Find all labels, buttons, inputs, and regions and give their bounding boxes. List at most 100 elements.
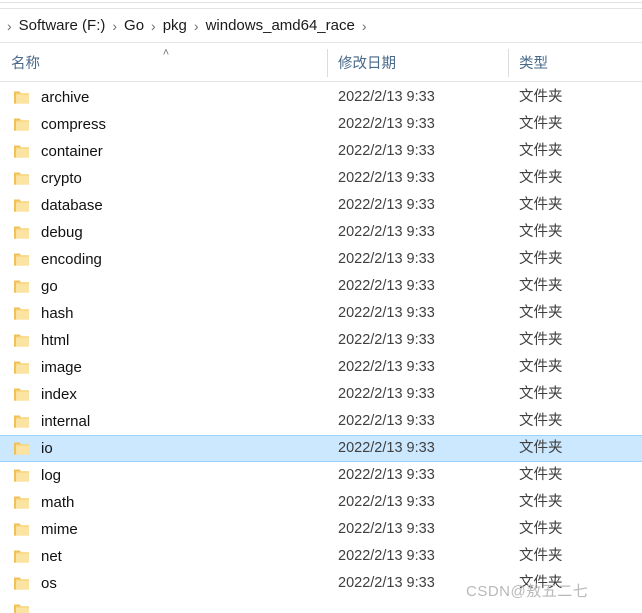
file-modified-label: 2022/2/13 9:33 [338,494,435,511]
cell-name: mime [0,516,327,543]
cell-type: 文件夹 [508,354,642,381]
column-header-modified[interactable]: 修改日期 [327,43,508,81]
table-row[interactable]: encoding 2022/2/13 9:33 文件夹 [0,246,642,273]
cell-name: log [0,462,327,489]
file-explorer-window: › Software (F:) › Go › pkg › windows_amd… [0,0,642,613]
cell-name: archive [0,84,327,111]
file-name-label: hash [41,305,74,322]
file-type-label: 文件夹 [519,143,563,160]
table-row[interactable]: database 2022/2/13 9:33 文件夹 [0,192,642,219]
cell-name: internal [0,408,327,435]
folder-icon [14,253,29,266]
breadcrumb[interactable]: › Software (F:) › Go › pkg › windows_amd… [0,9,642,42]
file-name-label: net [41,548,62,565]
table-row[interactable]: crypto 2022/2/13 9:33 文件夹 [0,165,642,192]
cell-name: index [0,381,327,408]
table-row[interactable]: math 2022/2/13 9:33 文件夹 [0,489,642,516]
file-modified-label: 2022/2/13 9:33 [338,332,435,349]
file-type-label: 文件夹 [519,170,563,187]
breadcrumb-item-go[interactable]: Go [122,15,146,36]
table-row[interactable]: net 2022/2/13 9:33 文件夹 [0,543,642,570]
chevron-right-icon[interactable]: › [357,19,372,33]
file-name-label: internal [41,413,91,430]
cell-modified: 2022/2/13 9:33 [327,111,508,138]
cell-type: 文件夹 [508,192,642,219]
file-modified-label: 2022/2/13 9:33 [338,521,435,538]
table-row[interactable]: hash 2022/2/13 9:33 文件夹 [0,300,642,327]
cell-modified: 2022/2/13 9:33 [327,543,508,570]
file-type-label: 文件夹 [519,332,563,349]
cell-type: 文件夹 [508,570,642,597]
cell-name: crypto [0,165,327,192]
cell-type: 文件夹 [508,300,642,327]
table-row[interactable]: archive 2022/2/13 9:33 文件夹 [0,84,642,111]
cell-name: os [0,570,327,597]
file-name-label: archive [41,89,90,106]
cell-modified: 2022/2/13 9:33 [327,300,508,327]
file-modified-label: 2022/2/13 9:33 [338,548,435,565]
file-modified-label: 2022/2/13 9:33 [338,251,435,268]
table-row[interactable]: html 2022/2/13 9:33 文件夹 [0,327,642,354]
cell-modified: 2022/2/13 9:33 [327,354,508,381]
table-row[interactable]: os 2022/2/13 9:33 文件夹 [0,570,642,597]
cell-modified: 2022/2/13 9:33 [327,516,508,543]
table-row[interactable]: log 2022/2/13 9:33 文件夹 [0,462,642,489]
chevron-right-icon[interactable]: › [189,19,204,33]
table-row[interactable]: go 2022/2/13 9:33 文件夹 [0,273,642,300]
file-type-label: 文件夹 [519,413,563,430]
chevron-right-icon[interactable]: › [107,19,122,33]
folder-icon [14,280,29,293]
file-type-label: 文件夹 [519,494,563,511]
column-resize-handle-name[interactable] [327,49,328,77]
file-type-label: 文件夹 [519,251,563,268]
chevron-right-icon[interactable]: › [146,19,161,33]
file-name-label: go [41,278,58,295]
file-type-label: 文件夹 [519,575,563,592]
file-type-label: 文件夹 [519,89,563,106]
breadcrumb-item-software-f[interactable]: Software (F:) [17,15,108,36]
file-name-label: crypto [41,170,82,187]
table-row[interactable]: io 2022/2/13 9:33 文件夹 [0,435,642,462]
table-row[interactable]: debug 2022/2/13 9:33 文件夹 [0,219,642,246]
file-modified-label: 2022/2/13 9:33 [338,440,435,457]
file-name-label: index [41,386,77,403]
folder-icon [14,415,29,428]
table-row[interactable]: internal 2022/2/13 9:33 文件夹 [0,408,642,435]
cell-type: 文件夹 [508,489,642,516]
file-modified-label: 2022/2/13 9:33 [338,116,435,133]
file-name-label: compress [41,116,107,133]
table-row[interactable]: compress 2022/2/13 9:33 文件夹 [0,111,642,138]
table-row[interactable]: image 2022/2/13 9:33 文件夹 [0,354,642,381]
cell-name: hash [0,300,327,327]
file-modified-label: 2022/2/13 9:33 [338,413,435,430]
cell-name [0,597,327,613]
folder-icon [14,442,29,455]
cell-modified: 2022/2/13 9:33 [327,570,508,597]
table-row[interactable]: index 2022/2/13 9:33 文件夹 [0,381,642,408]
cell-name: math [0,489,327,516]
file-list[interactable]: archive 2022/2/13 9:33 文件夹 compress 2022/2/1… [0,84,642,613]
file-type-label: 文件夹 [519,278,563,295]
file-type-label: 文件夹 [519,116,563,133]
breadcrumb-item-windows-amd64-race[interactable]: windows_amd64_race [204,15,357,36]
breadcrumb-item-pkg[interactable]: pkg [161,15,189,36]
folder-icon [14,334,29,347]
cell-type: 文件夹 [508,381,642,408]
file-name-label: log [41,467,62,484]
cell-type: 文件夹 [508,165,642,192]
table-row[interactable] [0,597,642,613]
file-name-label: html [41,332,70,349]
folder-icon [14,604,29,613]
cell-name: io [0,436,327,461]
table-row[interactable]: container 2022/2/13 9:33 文件夹 [0,138,642,165]
file-name-label: os [41,575,57,592]
folder-icon [14,469,29,482]
column-header-type[interactable]: 类型 [508,43,642,81]
cell-type: 文件夹 [508,219,642,246]
column-resize-handle-modified[interactable] [508,49,509,77]
cell-modified: 2022/2/13 9:33 [327,192,508,219]
cell-modified: 2022/2/13 9:33 [327,381,508,408]
column-header-row: 名称 ˄ 修改日期 类型 [0,43,642,81]
table-row[interactable]: mime 2022/2/13 9:33 文件夹 [0,516,642,543]
cell-name: debug [0,219,327,246]
